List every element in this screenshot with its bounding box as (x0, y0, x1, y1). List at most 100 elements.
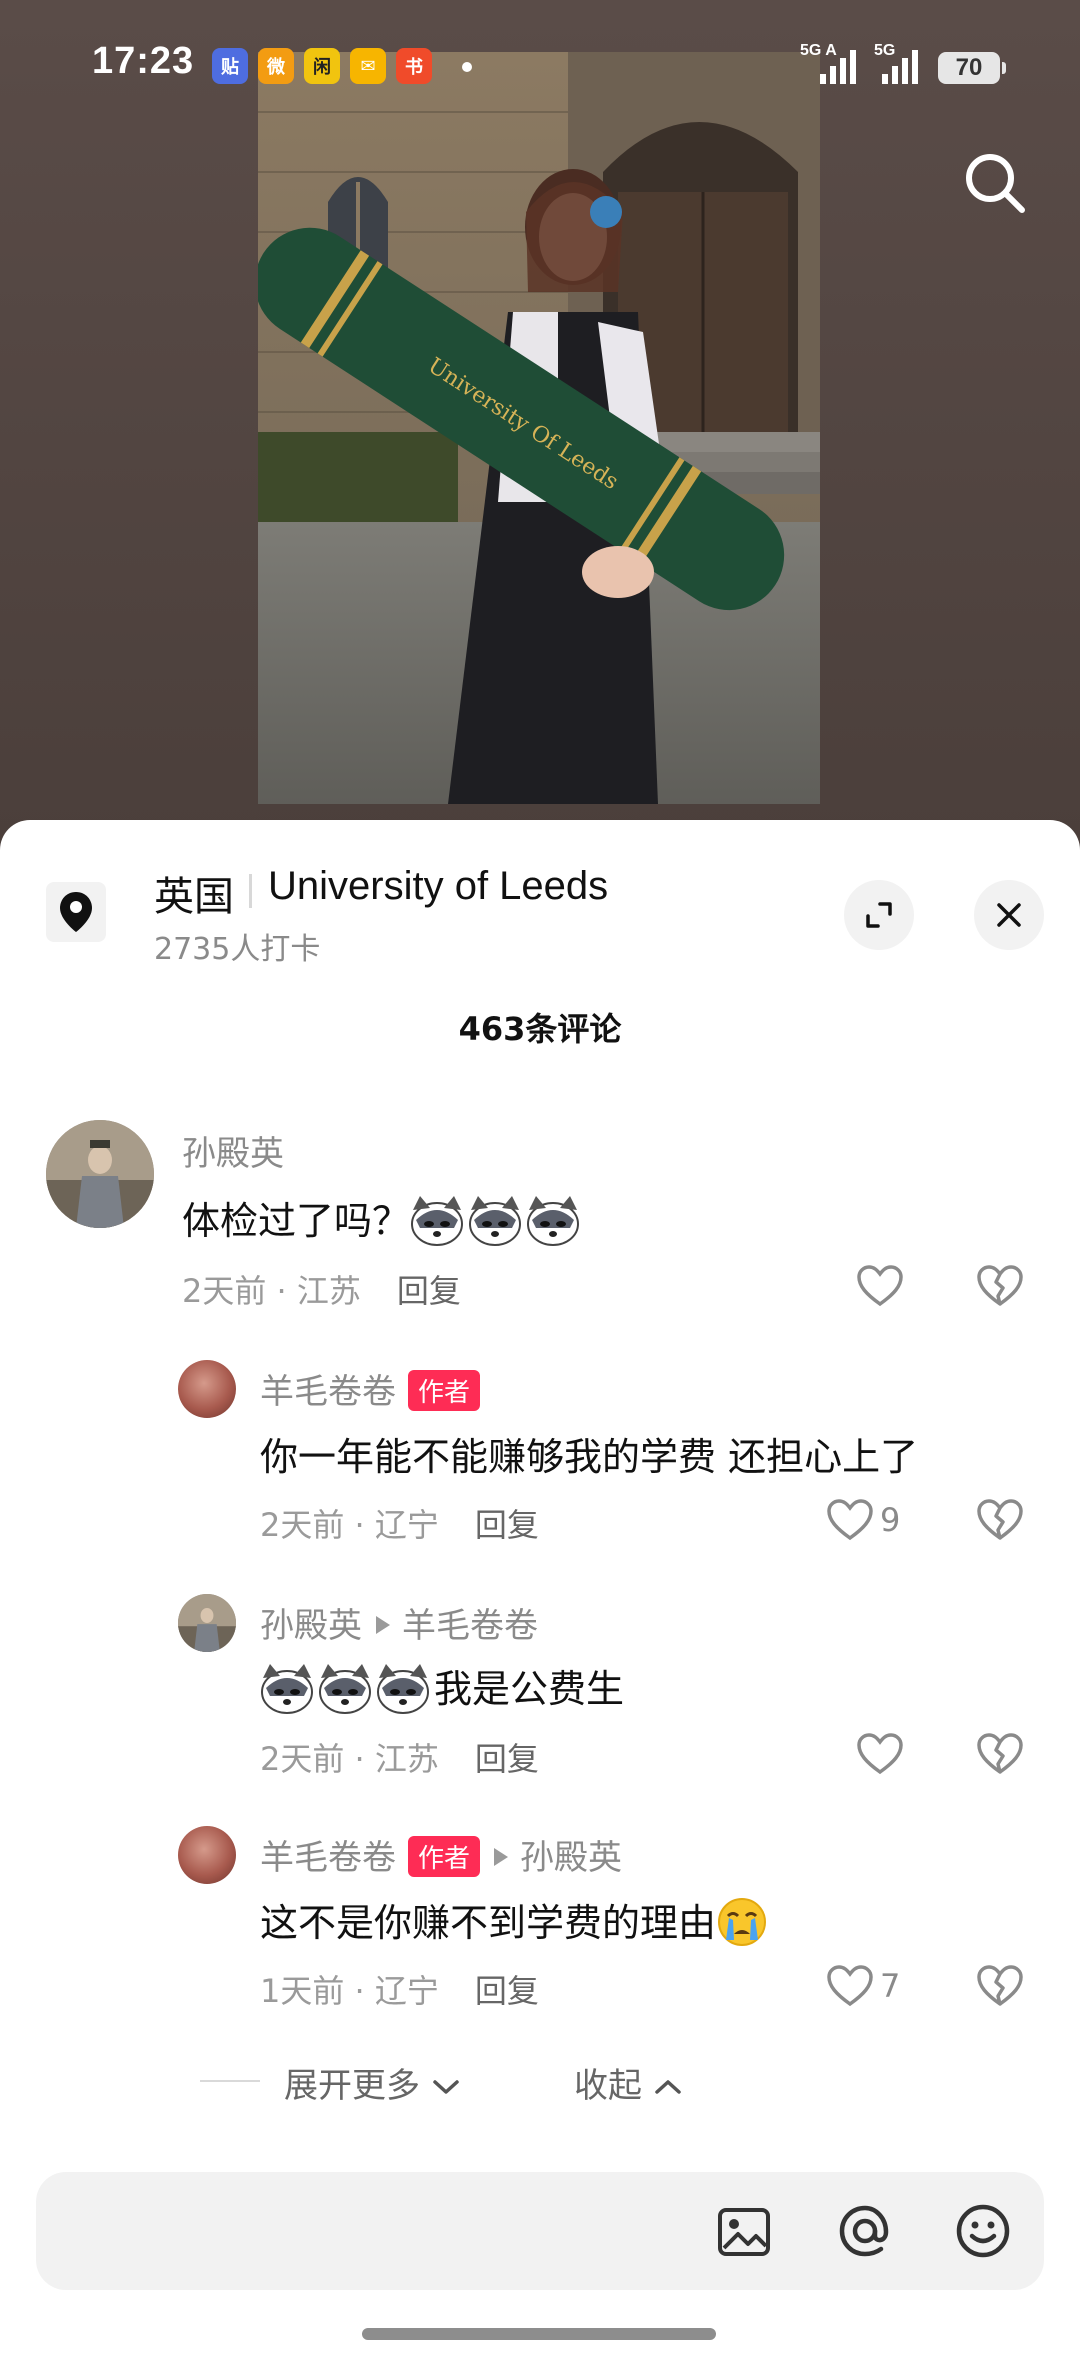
comment-meta: 2天前 · 辽宁 回复 (260, 1500, 539, 1546)
emoji-button[interactable] (952, 2200, 1014, 2266)
reply-username[interactable]: 羊毛卷卷 (260, 1372, 396, 1412)
image-button[interactable] (716, 2204, 772, 2264)
battery-indicator: 70 (938, 52, 1006, 84)
reply-button[interactable]: 回复 (475, 1506, 539, 1544)
comment-time-location: 2天前 · 江苏 (182, 1272, 361, 1310)
location-country[interactable]: 英国 (154, 864, 234, 922)
dislike-button[interactable] (976, 1732, 1024, 1780)
emoji-icon (956, 2204, 1010, 2258)
location-pin-icon (46, 882, 106, 942)
close-button[interactable] (974, 880, 1044, 950)
avatar[interactable] (178, 1360, 236, 1418)
status-time: 17:23 (92, 40, 195, 82)
reply-button[interactable]: 回复 (475, 1740, 539, 1778)
expand-icon (866, 902, 892, 928)
comment-username: 羊毛卷卷 作者 孙殿英 (260, 1830, 622, 1880)
location-divider (249, 874, 252, 908)
comment-text: 体检过了吗？ (182, 1190, 584, 1250)
chevron-up-icon (655, 2080, 681, 2094)
broken-heart-icon (977, 1965, 1023, 2006)
comment-meta: 1天前 · 辽宁 回复 (260, 1966, 539, 2012)
dislike-button[interactable] (976, 1498, 1024, 1546)
chevron-down-icon (433, 2080, 459, 2094)
avatar[interactable] (178, 1594, 236, 1652)
mention-button[interactable] (834, 2200, 896, 2266)
photo-illustration: University Of Leeds (258, 52, 820, 804)
replies-toggle-row: 展开更多 收起 (0, 2050, 1080, 2110)
heart-icon (827, 1965, 873, 2007)
comment-text-body: 这不是你赚不到学费的理由 (260, 1901, 717, 1945)
reply-arrow-icon (494, 1847, 509, 1866)
heart-icon (827, 1499, 873, 1541)
avatar[interactable] (178, 1826, 236, 1884)
home-indicator[interactable] (362, 2328, 716, 2340)
author-badge: 作者 (408, 1370, 481, 1411)
comment-text-body: 体检过了吗？ (182, 1199, 411, 1243)
divider (200, 2080, 260, 2082)
dislike-button[interactable] (976, 1264, 1024, 1312)
reply-button[interactable]: 回复 (475, 1972, 539, 2010)
collapse-button[interactable]: 收起 (574, 2058, 683, 2107)
search-button[interactable] (960, 148, 1030, 218)
dog-emoji-icon (318, 1662, 372, 1714)
dog-emoji-icon (260, 1662, 314, 1714)
weibo-icon: 微 (258, 48, 294, 84)
broken-heart-icon (977, 1733, 1023, 1774)
reply-to-username[interactable]: 孙殿英 (520, 1838, 622, 1878)
comment-time-location: 2天前 · 江苏 (260, 1740, 439, 1778)
like-button[interactable] (856, 1732, 910, 1776)
dislike-button[interactable] (976, 1964, 1024, 2012)
broken-heart-icon (977, 1265, 1023, 1306)
expand-more-label: 展开更多 (284, 2066, 420, 2106)
broken-heart-icon (977, 1499, 1023, 1540)
search-icon (966, 154, 1025, 213)
like-count: 7 (880, 1967, 901, 2005)
crying-emoji-icon (716, 1896, 768, 1948)
app-notification-icon: 贴 (212, 48, 248, 84)
comment-text: 我是公费生 (260, 1658, 624, 1718)
dog-emoji-icon (376, 1662, 430, 1714)
close-icon (997, 903, 1021, 927)
reply-to-username[interactable]: 羊毛卷卷 (402, 1606, 538, 1646)
dog-emoji-icon (526, 1194, 580, 1246)
post-photo[interactable]: University Of Leeds (258, 52, 820, 804)
expand-more-button[interactable]: 展开更多 (284, 2058, 461, 2107)
signal-icon (882, 50, 918, 84)
expand-button[interactable] (844, 880, 914, 950)
reply-arrow-icon (376, 1615, 390, 1634)
xiaohongshu-icon: 书 (396, 48, 432, 84)
signal-icon (820, 50, 856, 84)
reply-username[interactable]: 羊毛卷卷 (260, 1838, 396, 1878)
avatar[interactable] (46, 1120, 154, 1228)
collapse-label: 收起 (574, 2066, 642, 2106)
comment-meta: 2天前 · 江苏 回复 (182, 1266, 461, 1312)
comment-text-body: 我是公费生 (434, 1667, 625, 1711)
reply-button[interactable]: 回复 (397, 1272, 461, 1310)
checkin-count: 2735人打卡 (154, 932, 321, 967)
location-name[interactable]: University of Leeds (268, 864, 608, 909)
heart-icon (857, 1733, 903, 1775)
dog-emoji-icon (410, 1194, 464, 1246)
comment-username: 孙殿英 羊毛卷卷 (260, 1598, 538, 1647)
comment-sheet: 英国 University of Leeds 2735人打卡 463条评论 孙殿… (0, 820, 1080, 2362)
comment-time-location: 1天前 · 辽宁 (260, 1972, 439, 2010)
author-badge: 作者 (408, 1836, 481, 1877)
status-bar: 17:23 贴 微 闲 ✉ 书 5G A 5G 70 (0, 0, 1080, 130)
comment-username: 羊毛卷卷 作者 (260, 1364, 481, 1414)
more-notifications-dot (462, 62, 472, 72)
comment-input-bar[interactable]: 善语结善缘 (36, 2172, 1044, 2290)
reply-username[interactable]: 孙殿英 (260, 1606, 362, 1646)
like-button[interactable]: 7 (826, 1964, 900, 2008)
comment-count: 463条评论 (458, 1010, 622, 1048)
dog-emoji-icon (468, 1194, 522, 1246)
mail-icon: ✉ (350, 48, 386, 84)
comment-text: 你一年能不能赚够我的学费 还担心上了 (260, 1435, 919, 1479)
like-button[interactable] (856, 1264, 910, 1308)
comment-time-location: 2天前 · 辽宁 (260, 1506, 439, 1544)
xianyu-icon: 闲 (304, 48, 340, 84)
comment-text: 这不是你赚不到学费的理由 (260, 1892, 768, 1952)
like-button[interactable]: 9 (826, 1498, 900, 1542)
comment-username[interactable]: 孙殿英 (182, 1126, 284, 1175)
at-icon (839, 2205, 889, 2257)
comment-input[interactable]: 善语结善缘 (92, 2210, 262, 2259)
